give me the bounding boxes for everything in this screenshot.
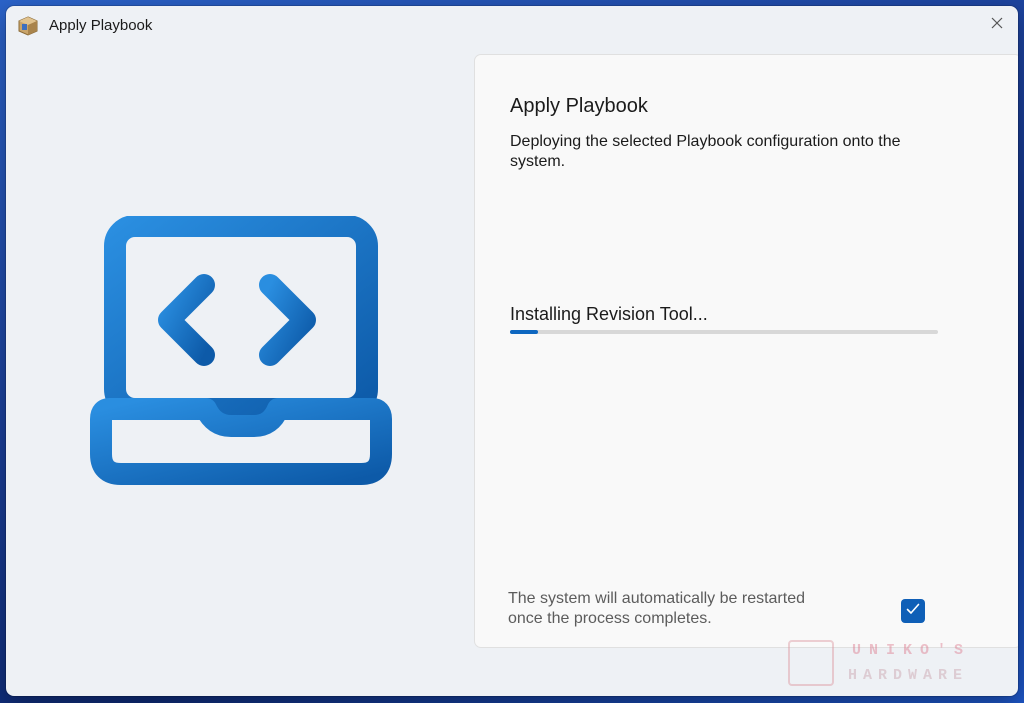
content-card: Apply Playbook Deploying the selected Pl… [474,54,1018,648]
close-icon [991,16,1003,34]
watermark: UNIKO'S HARDWARE [786,638,986,690]
card-description: Deploying the selected Playbook configur… [510,133,901,170]
progress-fill [510,330,538,334]
progress-bar [510,330,938,334]
restart-note: The system will automatically be restart… [508,590,805,627]
title-bar: Apply Playbook [6,6,1018,46]
watermark-logo [788,640,834,686]
card-title: Apply Playbook [510,95,648,117]
install-status: Installing Revision Tool... [510,304,708,324]
watermark-line2: HARDWARE [848,667,969,684]
checkmark-icon [906,602,920,620]
window-title: Apply Playbook [49,17,153,34]
package-box-icon [17,15,39,37]
restart-checkbox[interactable] [901,599,925,623]
close-button[interactable] [982,10,1012,40]
dialog-window: Apply Playbook Apply Playbook Deploying … [6,6,1018,696]
laptop-code-icon [86,215,396,491]
watermark-line1: UNIKO'S [852,642,972,659]
